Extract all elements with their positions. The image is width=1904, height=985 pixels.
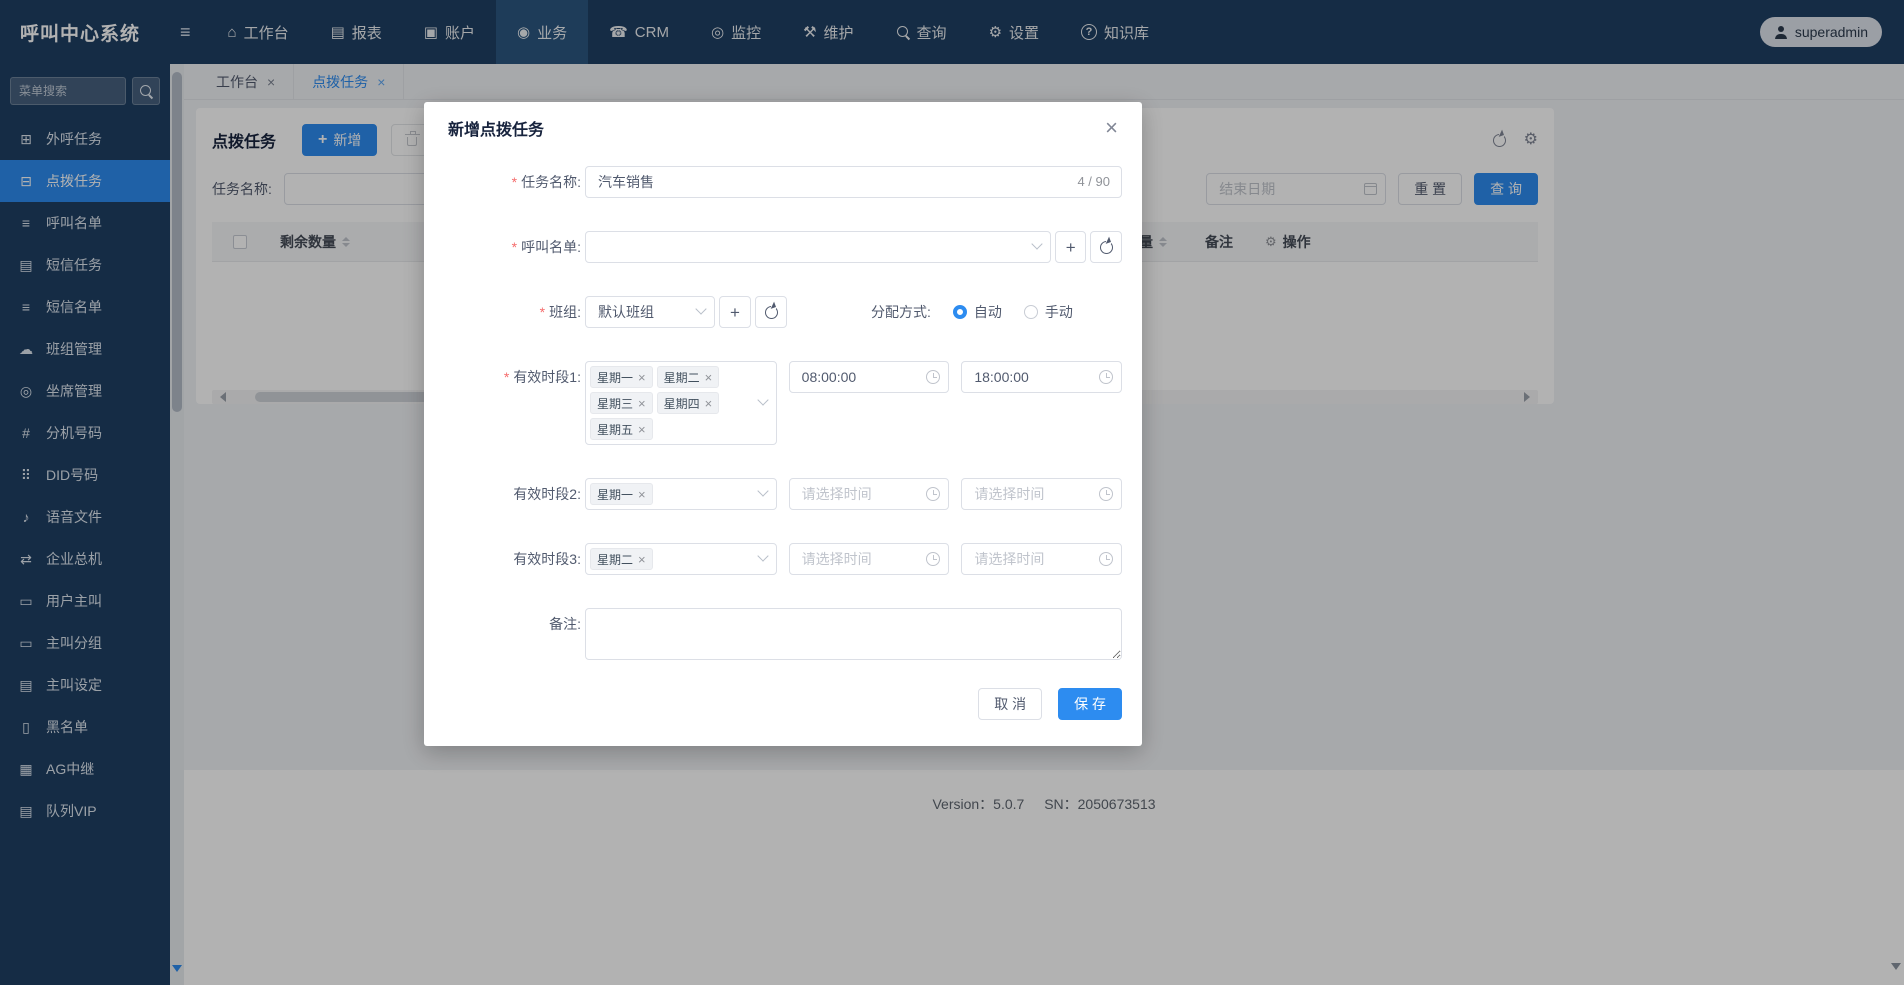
char-counter: 4 / 90: [1077, 166, 1110, 198]
tag-close-icon[interactable]: ×: [705, 397, 713, 410]
radio-label: 自动: [974, 296, 1002, 328]
weekday-tag: 星期四 ×: [657, 392, 720, 414]
weekday-tag: 星期一 ×: [590, 483, 653, 505]
chevron-down-icon: [757, 550, 768, 561]
tag-close-icon[interactable]: ×: [638, 553, 646, 566]
end-time-input[interactable]: [961, 361, 1122, 393]
call-list-row: *呼叫名单: +: [424, 231, 1122, 263]
chevron-down-icon: [757, 394, 768, 405]
field-label: 班组:: [549, 304, 581, 320]
tag-label: 星期五: [597, 421, 633, 438]
tag-close-icon[interactable]: ×: [638, 397, 646, 410]
plus-icon: +: [730, 304, 740, 321]
period1-start-time[interactable]: [789, 361, 950, 393]
page-root: 呼叫中心系统 ≡ ⌂ 工作台 ▤ 报表 ▣ 账户 ◉ 业务 ☎ CRM: [0, 0, 1904, 985]
team-select[interactable]: 默认班组: [585, 296, 715, 328]
radio-icon[interactable]: [953, 305, 967, 319]
end-time-input[interactable]: [961, 543, 1122, 575]
field-label: 备注:: [549, 616, 581, 632]
field-label: 有效时段3:: [513, 551, 581, 567]
cancel-button-label: 取 消: [994, 694, 1026, 714]
chevron-down-icon: [757, 485, 768, 496]
tag-close-icon[interactable]: ×: [638, 488, 646, 501]
refresh-team-button[interactable]: [755, 296, 787, 328]
assign-mode-label: 分配方式:: [871, 296, 931, 328]
required-asterisk: *: [512, 174, 517, 190]
field-label: 呼叫名单:: [521, 239, 581, 255]
required-asterisk: *: [512, 239, 517, 255]
start-time-input[interactable]: [789, 543, 950, 575]
modal-close-icon[interactable]: ×: [1105, 117, 1118, 139]
modal-title: 新增点拨任务: [448, 116, 544, 140]
radio-icon[interactable]: [1024, 305, 1038, 319]
tag-label: 星期四: [664, 395, 700, 412]
period1-row: *有效时段1: 星期一 × 星期二 × 星期三 × 星期四 × 星期五 ×: [424, 361, 1122, 445]
field-label: 有效时段2:: [513, 486, 581, 502]
tag-label: 星期一: [597, 486, 633, 503]
weekday-tag: 星期二 ×: [657, 366, 720, 388]
required-asterisk: *: [540, 304, 545, 320]
remark-textarea[interactable]: [585, 608, 1122, 660]
radio-label: 手动: [1045, 296, 1073, 328]
period3-end-time[interactable]: [961, 543, 1122, 575]
team-row: *班组: 默认班组 + 分配方式: 自动 手动: [424, 296, 1122, 328]
period3-row: 有效时段3: 星期二 ×: [424, 543, 1122, 575]
radio-auto[interactable]: 自动: [953, 296, 1002, 328]
add-call-list-button[interactable]: +: [1055, 231, 1087, 263]
period3-weekday-select[interactable]: 星期二 ×: [585, 543, 777, 575]
chevron-down-icon: [1031, 238, 1042, 249]
tag-close-icon[interactable]: ×: [638, 423, 646, 436]
tag-label: 星期三: [597, 395, 633, 412]
task-name-input[interactable]: [585, 166, 1122, 198]
period2-end-time[interactable]: [961, 478, 1122, 510]
cancel-button[interactable]: 取 消: [978, 688, 1042, 720]
tag-close-icon[interactable]: ×: [705, 371, 713, 384]
clock-icon: [1099, 370, 1113, 384]
required-asterisk: *: [504, 369, 509, 385]
radio-manual[interactable]: 手动: [1024, 296, 1073, 328]
call-list-select[interactable]: [585, 231, 1051, 263]
weekday-tag: 星期五 ×: [590, 418, 653, 440]
clock-icon: [1099, 487, 1113, 501]
add-dial-task-modal: 新增点拨任务 × *任务名称: 4 / 90 *呼叫名单: +: [424, 102, 1142, 746]
save-button[interactable]: 保 存: [1058, 688, 1122, 720]
remark-row: 备注:: [424, 608, 1122, 660]
tag-close-icon[interactable]: ×: [638, 371, 646, 384]
end-time-input[interactable]: [961, 478, 1122, 510]
tag-label: 星期二: [597, 551, 633, 568]
clock-icon: [1099, 552, 1113, 566]
chevron-down-icon: [695, 303, 706, 314]
period2-weekday-select[interactable]: 星期一 ×: [585, 478, 777, 510]
period1-weekday-select[interactable]: 星期一 × 星期二 × 星期三 × 星期四 × 星期五 ×: [585, 361, 777, 445]
add-team-button[interactable]: +: [719, 296, 751, 328]
period2-start-time[interactable]: [789, 478, 950, 510]
start-time-input[interactable]: [789, 478, 950, 510]
task-name-row: *任务名称: 4 / 90: [424, 166, 1122, 198]
field-label: 任务名称:: [521, 174, 581, 190]
tag-label: 星期一: [597, 369, 633, 386]
weekday-tag: 星期一 ×: [590, 366, 653, 388]
start-time-input[interactable]: [789, 361, 950, 393]
period2-row: 有效时段2: 星期一 ×: [424, 478, 1122, 510]
period1-end-time[interactable]: [961, 361, 1122, 393]
tag-label: 星期二: [664, 369, 700, 386]
refresh-icon: [1100, 241, 1113, 254]
period3-start-time[interactable]: [789, 543, 950, 575]
plus-icon: +: [1066, 239, 1076, 256]
refresh-call-list-button[interactable]: [1090, 231, 1122, 263]
weekday-tag: 星期二 ×: [590, 548, 653, 570]
save-button-label: 保 存: [1074, 694, 1106, 714]
field-label: 有效时段1:: [513, 369, 581, 385]
refresh-icon: [765, 306, 778, 319]
weekday-tag: 星期三 ×: [590, 392, 653, 414]
select-value: 默认班组: [598, 302, 654, 322]
